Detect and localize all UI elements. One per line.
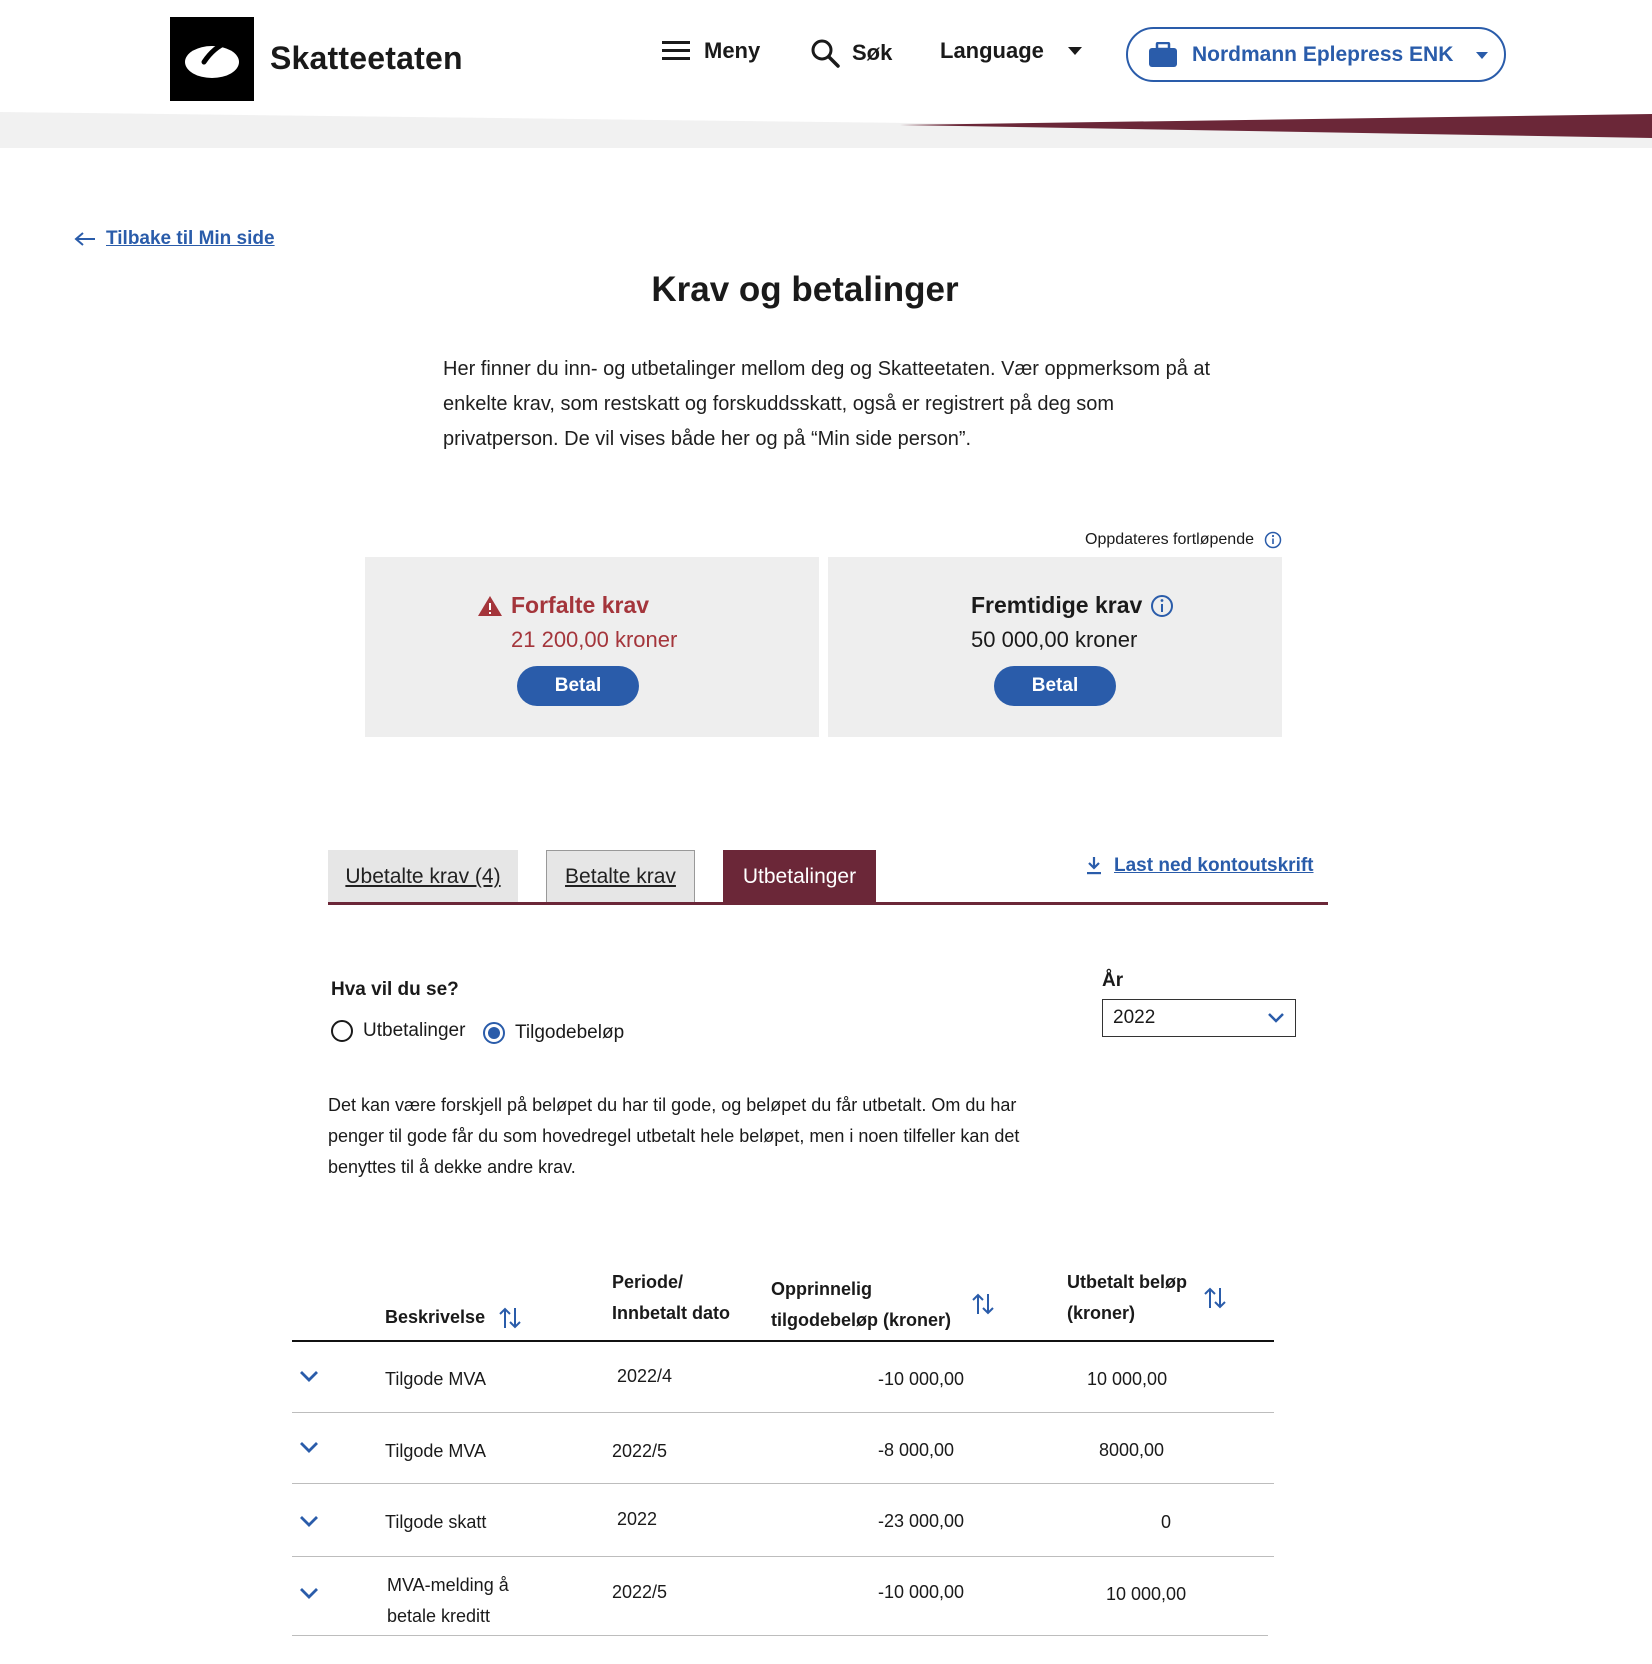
overdue-claims-amount: 21 200,00 kroner: [511, 627, 678, 652]
future-claims-title-row: Fremtidige krav: [971, 592, 1174, 619]
row-paid-amount: 10 000,00: [1087, 1369, 1168, 1389]
expand-row-chevron-icon[interactable]: [299, 1441, 319, 1455]
tab-payouts[interactable]: Utbetalinger: [723, 850, 876, 904]
future-claims-title: Fremtidige krav: [971, 592, 1143, 618]
tab-paid-claims[interactable]: Betalte krav: [546, 850, 695, 904]
column-header-original-line2: tilgodebeløp (kroner): [771, 1310, 951, 1330]
header-decorative-band: [0, 112, 1652, 148]
column-header-original: Opprinnelig tilgodebeløp (kroner): [771, 1274, 951, 1336]
download-statement-label: Last ned kontoutskrift: [1114, 855, 1314, 876]
update-info: Oppdateres fortløpende: [1085, 531, 1282, 549]
row-description-line2: betale kreditt: [387, 1606, 491, 1626]
download-icon: [1087, 857, 1101, 875]
row-period: 2022/5: [612, 1582, 668, 1602]
intro-text: Her finner du inn- og utbetalinger mello…: [443, 358, 1211, 450]
search-button[interactable]: Søk: [810, 38, 892, 68]
row-description: Tilgode skatt: [385, 1512, 487, 1532]
row-divider: [292, 1412, 1274, 1413]
row-period: 2022/4: [617, 1366, 673, 1386]
overdue-claims-title-row: Forfalte krav: [477, 592, 649, 619]
column-header-paid-line1: Utbetalt beløp: [1067, 1272, 1187, 1292]
overdue-claims-card: Forfalte krav 21 200,00 kroner Betal: [365, 557, 819, 737]
column-header-paid-line2: (kroner): [1067, 1303, 1136, 1323]
column-header-description-label: Beskrivelse: [385, 1307, 486, 1327]
expand-row-chevron-icon[interactable]: [299, 1515, 319, 1529]
pay-overdue-button[interactable]: Betal: [517, 666, 639, 706]
row-divider: [292, 1483, 1274, 1484]
future-claims-amount: 50 000,00 kroner: [971, 627, 1138, 652]
organization-switcher[interactable]: Nordmann Eplepress ENK: [1126, 27, 1506, 82]
chevron-down-icon: [1268, 1013, 1284, 1023]
tab-unpaid-claims[interactable]: Ubetalte krav (4): [328, 850, 518, 904]
update-info-text: Oppdateres fortløpende: [1085, 531, 1254, 548]
expand-row-chevron-icon[interactable]: [299, 1587, 319, 1601]
briefcase-icon: [1149, 41, 1177, 67]
organization-name: Nordmann Eplepress ENK: [1192, 42, 1454, 66]
year-select[interactable]: 2022: [1102, 999, 1296, 1037]
table-header-divider: [292, 1340, 1274, 1342]
column-header-description[interactable]: Beskrivelse: [385, 1302, 521, 1333]
expand-row-chevron-icon[interactable]: [299, 1370, 319, 1384]
radio-payouts-label: Utbetalinger: [363, 1020, 466, 1041]
language-dropdown[interactable]: Language: [940, 38, 1084, 64]
arrow-left-icon: [74, 232, 95, 246]
sort-icon[interactable]: [972, 1292, 994, 1316]
caret-down-icon: [1067, 47, 1082, 55]
radio-credit-amount-label: Tilgodebeløp: [515, 1022, 625, 1043]
page-title: Krav og betalinger: [651, 270, 959, 309]
row-description: MVA-melding å betale kreditt: [387, 1570, 509, 1632]
year-select-value: 2022: [1113, 1007, 1156, 1028]
skatteetaten-logo[interactable]: [170, 17, 254, 101]
sort-icon[interactable]: [1204, 1286, 1226, 1310]
row-period: 2022: [617, 1509, 658, 1529]
menu-label: Meny: [704, 38, 761, 63]
radio-button[interactable]: [331, 1020, 353, 1042]
column-header-original-line1: Opprinnelig: [771, 1279, 872, 1299]
warning-icon: [478, 595, 502, 616]
radio-credit-amount[interactable]: Tilgodebeløp: [483, 1022, 624, 1044]
row-paid-amount: 0: [1161, 1512, 1172, 1532]
overdue-claims-title: Forfalte krav: [511, 592, 650, 618]
brand-name: Skatteetaten: [270, 40, 463, 76]
tabs-underline: [328, 902, 1328, 905]
search-icon: [811, 39, 840, 68]
language-label: Language: [940, 38, 1044, 63]
column-header-period-line1: Periode/: [612, 1272, 684, 1292]
row-period: 2022/5: [612, 1441, 668, 1461]
pay-future-button[interactable]: Betal: [994, 666, 1116, 706]
info-icon[interactable]: [1150, 594, 1174, 618]
sort-icon[interactable]: [499, 1306, 521, 1330]
future-claims-card: Fremtidige krav 50 000,00 kroner Betal: [828, 557, 1282, 737]
view-question-label: Hva vil du se?: [331, 979, 459, 1000]
row-original-amount: -23 000,00: [878, 1511, 965, 1531]
row-divider: [292, 1556, 1274, 1557]
radio-payouts[interactable]: Utbetalinger: [331, 1020, 465, 1042]
column-header-period: Periode/ Innbetalt dato: [612, 1267, 730, 1329]
radio-button-selected[interactable]: [483, 1022, 505, 1044]
logo-mark-icon: [185, 39, 239, 78]
row-original-amount: -8 000,00: [878, 1440, 955, 1460]
row-paid-amount: 8000,00: [1099, 1440, 1165, 1460]
column-header-period-line2: Innbetalt dato: [612, 1303, 730, 1323]
row-description: Tilgode MVA: [385, 1369, 487, 1389]
caret-down-icon: [1476, 51, 1489, 59]
row-original-amount: -10 000,00: [878, 1582, 965, 1602]
back-link-label: Tilbake til Min side: [106, 228, 275, 249]
search-label: Søk: [852, 40, 893, 65]
row-description-line1: MVA-melding å: [387, 1575, 509, 1595]
info-icon[interactable]: [1264, 531, 1282, 549]
row-original-amount: -10 000,00: [878, 1369, 965, 1389]
row-description: Tilgode MVA: [385, 1441, 487, 1461]
hamburger-icon: [662, 41, 690, 60]
column-header-paid: Utbetalt beløp (kroner): [1067, 1267, 1187, 1329]
back-to-my-page-link[interactable]: Tilbake til Min side: [74, 228, 275, 250]
row-divider: [292, 1635, 1268, 1636]
year-label: År: [1102, 970, 1124, 991]
download-statement-link[interactable]: Last ned kontoutskrift: [1086, 855, 1314, 877]
difference-note: Det kan være forskjell på beløpet du har…: [328, 1095, 1020, 1177]
row-paid-amount: 10 000,00: [1106, 1584, 1187, 1604]
menu-button[interactable]: Meny: [662, 38, 760, 64]
